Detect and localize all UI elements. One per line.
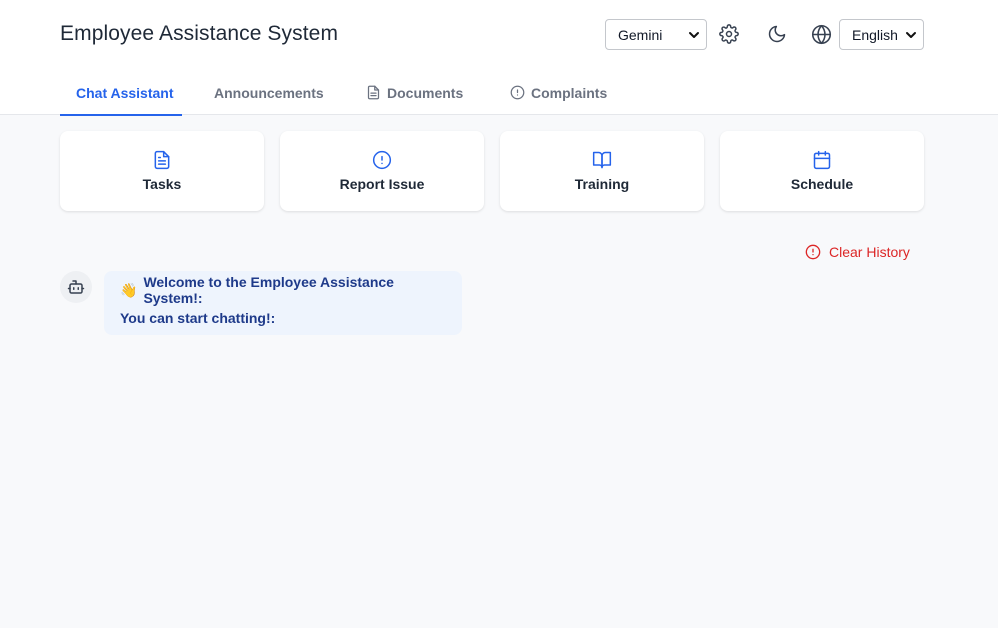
app-header: Employee Assistance System Gemini Englis… [0,0,998,116]
model-select[interactable]: Gemini [605,19,707,50]
message-line: You can start chatting!: [120,308,446,328]
quick-action-training[interactable]: Training [500,131,704,211]
quick-action-tasks[interactable]: Tasks [60,131,264,211]
alert-circle-icon [510,85,525,100]
quick-action-label: Report Issue [339,176,425,192]
settings-button[interactable] [717,22,741,46]
tab-chat-assistant[interactable]: Chat Assistant [60,70,182,116]
document-icon [154,150,170,170]
model-select-value: Gemini [618,26,663,43]
globe-icon [811,24,831,44]
quick-action-report-issue[interactable]: Report Issue [280,131,484,211]
chat-message-bubble: 👋 Welcome to the Employee Assistance Sys… [104,271,462,335]
tab-announcements[interactable]: Announcements [198,70,340,115]
quick-action-label: Training [574,176,630,192]
chevron-down-icon [689,32,699,38]
moon-icon [768,25,786,43]
quick-action-schedule[interactable]: Schedule [720,131,924,211]
message-text: You can start chatting!: [120,310,276,326]
tab-documents[interactable]: Documents [350,70,479,115]
tab-label: Chat Assistant [76,84,174,101]
quick-action-label: Schedule [790,176,854,192]
book-icon [592,151,612,169]
language-select-value: English [852,26,898,43]
theme-toggle-button[interactable] [765,22,789,46]
alert-circle-icon [805,244,821,260]
language-button[interactable] [809,22,833,46]
app-title: Employee Assistance System [60,22,339,45]
message-line: 👋 Welcome to the Employee Assistance Sys… [120,274,446,306]
message-text: Welcome to the Employee Assistance Syste… [143,274,394,306]
gear-icon [719,24,739,44]
chevron-down-icon [906,32,916,38]
tab-complaints[interactable]: Complaints [494,70,623,115]
tab-label: Documents [387,84,464,101]
tab-label: Complaints [531,84,608,101]
calendar-icon [813,150,831,170]
quick-action-label: Tasks [142,176,182,192]
clear-history-label: Clear History [829,244,910,260]
tab-label: Announcements [214,84,324,101]
clear-history-button[interactable]: Clear History [805,244,910,260]
language-select[interactable]: English [839,19,924,50]
bot-avatar [60,271,92,303]
document-icon [367,85,380,100]
alert-circle-icon [372,150,392,170]
wave-emoji: 👋 [120,281,138,298]
robot-icon [67,280,85,294]
